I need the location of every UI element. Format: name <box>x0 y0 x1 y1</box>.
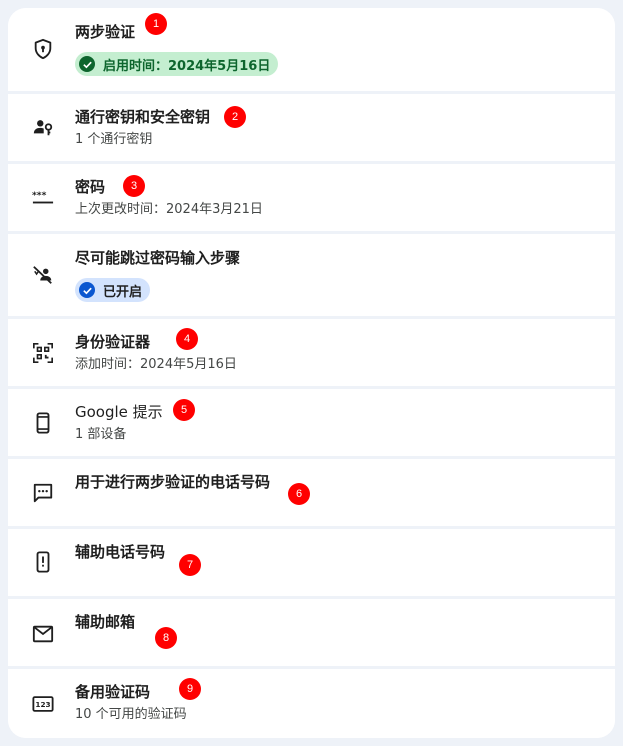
authenticator-subtitle: 添加时间：2024年5月16日 <box>75 357 237 372</box>
recovery-phone-title: 辅助电话号码 <box>75 543 166 561</box>
skip-password-status-text: 已开启 <box>103 284 143 300</box>
svg-text:123: 123 <box>35 700 50 709</box>
row-password[interactable]: *** 密码 上次更改时间：2024年3月21日 3 <box>8 164 615 231</box>
marker-7: 7 <box>179 554 201 576</box>
qr-code-scanner-icon <box>32 342 54 364</box>
authenticator-title: 身份验证器 <box>75 333 151 351</box>
passkeys-subtitle: 1 个通行密钥 <box>75 132 153 147</box>
marker-8: 8 <box>155 627 177 649</box>
recovery-email-title: 辅助邮箱 <box>75 613 136 631</box>
row-passkeys[interactable]: 通行密钥和安全密钥 1 个通行密钥 2 <box>8 94 615 161</box>
smartphone-icon <box>32 412 54 434</box>
phone-alert-icon <box>32 551 54 573</box>
google-prompt-title: Google 提示 <box>75 403 163 421</box>
enabled-date-text: 启用时间：2024年5月16日 <box>103 58 271 74</box>
password-subtitle: 上次更改时间：2024年3月21日 <box>75 202 263 217</box>
backup-codes-subtitle: 10 个可用的验证码 <box>75 707 187 722</box>
person-key-icon <box>32 116 54 138</box>
password-title: 密码 <box>75 178 106 196</box>
check-circle-icon <box>79 56 95 72</box>
google-prompt-subtitle: 1 部设备 <box>75 427 127 442</box>
password-off-icon <box>32 264 54 286</box>
marker-2: 2 <box>224 106 246 128</box>
marker-4: 4 <box>176 328 198 350</box>
enabled-date-badge: 启用时间：2024年5月16日 <box>75 52 279 76</box>
marker-5: 5 <box>173 399 195 421</box>
row-2sv-phone-numbers[interactable]: 用于进行两步验证的电话号码 6 <box>8 459 615 526</box>
security-settings-card: 两步验证 启用时间：2024年5月16日 1 通行密钥和安全密钥 1 个通行密钥… <box>8 8 615 738</box>
marker-1: 1 <box>145 13 167 35</box>
message-icon <box>32 482 54 504</box>
2sv-phone-numbers-title: 用于进行两步验证的电话号码 <box>75 473 271 491</box>
passkeys-title: 通行密钥和安全密钥 <box>75 108 211 126</box>
row-google-prompt[interactable]: Google 提示 1 部设备 5 <box>8 389 615 456</box>
skip-password-title: 尽可能跳过密码输入步骤 <box>75 249 241 267</box>
row-two-step-verification[interactable]: 两步验证 启用时间：2024年5月16日 1 <box>8 8 615 91</box>
backup-codes-icon: 123 <box>32 693 54 715</box>
row-skip-password[interactable]: 尽可能跳过密码输入步骤 已开启 <box>8 234 615 316</box>
marker-3: 3 <box>123 175 145 197</box>
mail-icon <box>32 623 54 645</box>
row-backup-codes[interactable]: 123 备用验证码 10 个可用的验证码 9 <box>8 669 615 738</box>
marker-9: 9 <box>179 678 201 700</box>
row-recovery-phone[interactable]: 辅助电话号码 7 <box>8 529 615 596</box>
check-circle-icon <box>79 282 95 298</box>
shield-lock-icon <box>32 38 54 60</box>
svg-text:***: *** <box>32 190 47 201</box>
row-authenticator[interactable]: 身份验证器 添加时间：2024年5月16日 4 <box>8 319 615 386</box>
skip-password-status-badge: 已开启 <box>75 278 151 302</box>
marker-6: 6 <box>288 483 310 505</box>
two-step-verification-title: 两步验证 <box>75 23 136 41</box>
row-recovery-email[interactable]: 辅助邮箱 8 <box>8 599 615 666</box>
backup-codes-title: 备用验证码 <box>75 683 151 701</box>
password-icon: *** <box>32 186 54 208</box>
